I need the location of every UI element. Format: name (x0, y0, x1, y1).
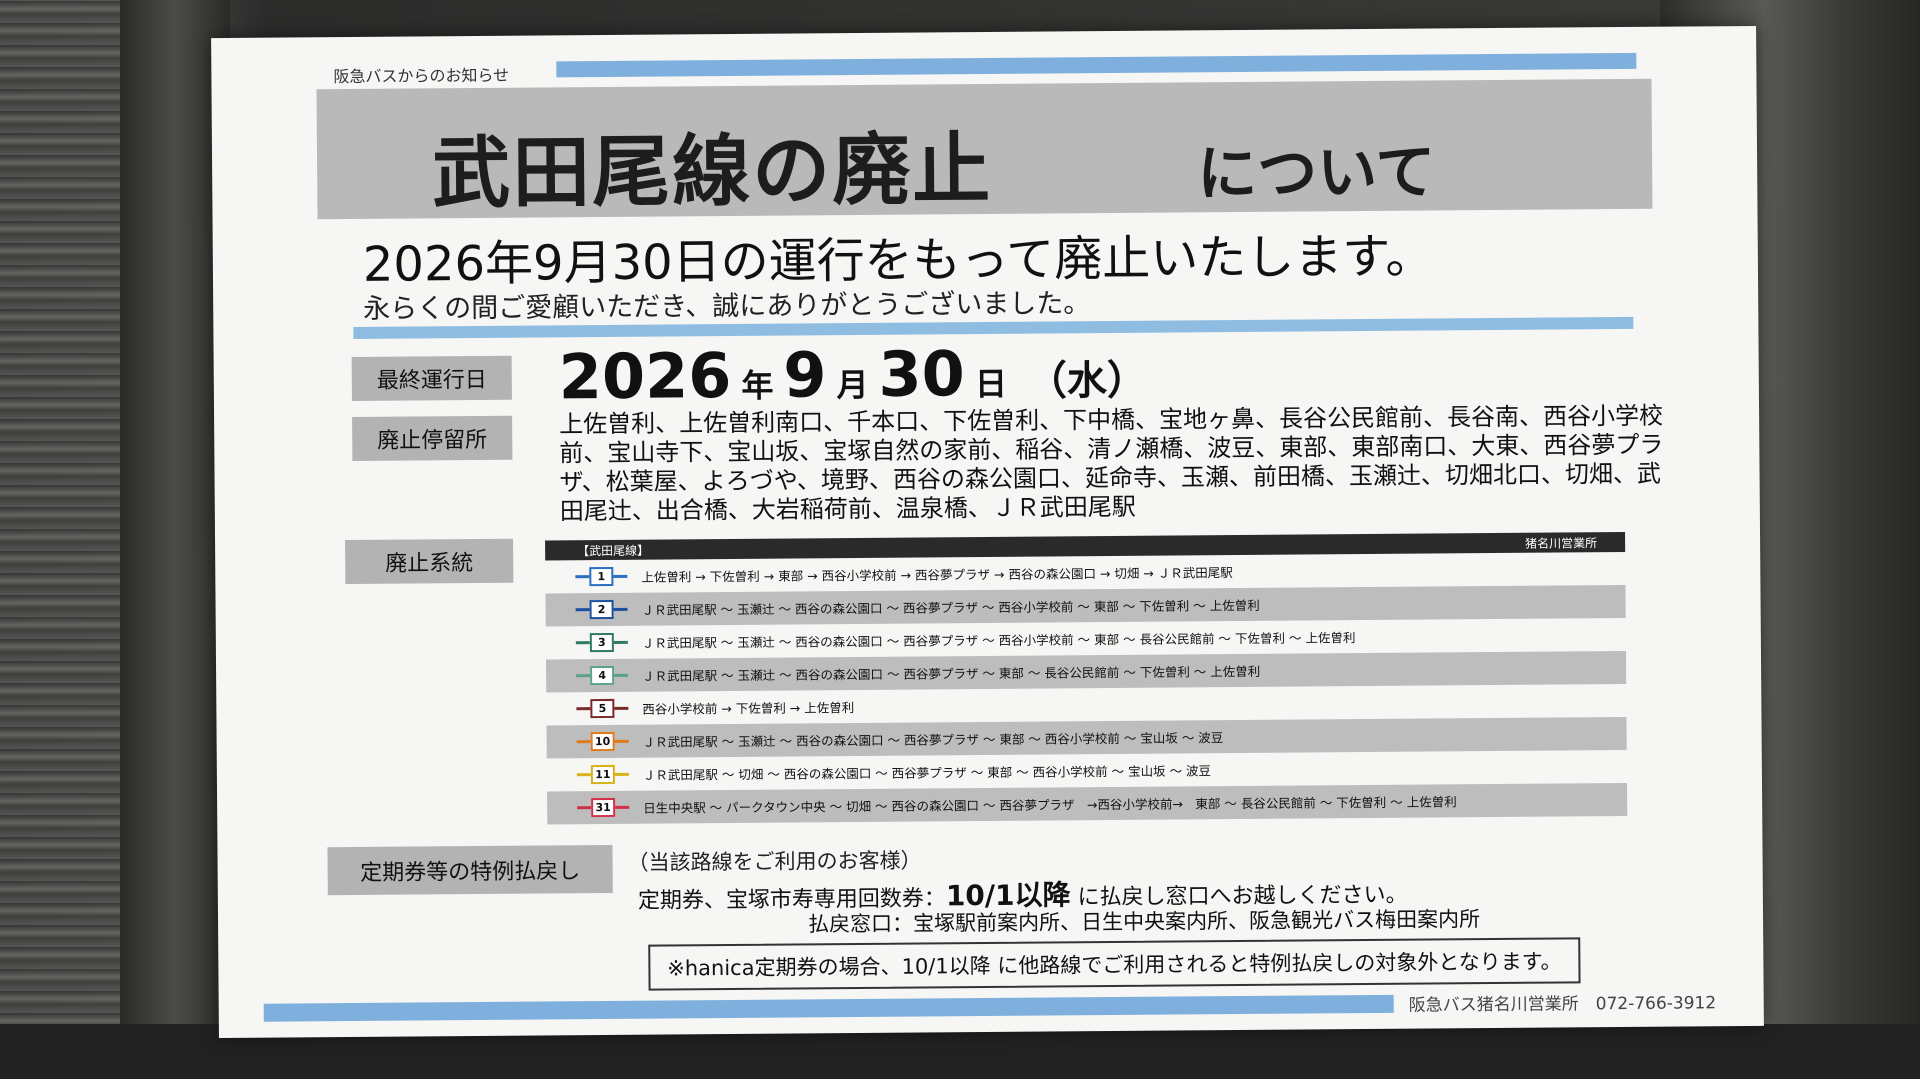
route-number-badge: 3 (575, 632, 628, 653)
route-number-badge: 4 (576, 665, 629, 686)
door-frame-left (0, 0, 120, 1079)
route-color-line (615, 805, 630, 809)
route-color-line (576, 674, 591, 678)
final-month-unit: 月 (836, 365, 869, 405)
route-number: 4 (590, 665, 615, 686)
route-number-badge: 11 (576, 764, 629, 785)
route-number: 5 (590, 698, 615, 719)
final-year: 2026 (558, 339, 732, 414)
final-weekday: （水） (1026, 357, 1148, 405)
notice-paper: 阪急バスからのお知らせ 武田尾線の廃止 について 2026年9月30日の運行をも… (211, 25, 1764, 1039)
top-blue-bar (556, 52, 1637, 78)
final-day: 30 (878, 337, 966, 411)
notice-title: 武田尾線の廃止 (431, 124, 993, 220)
route-path: ＪＲ武田尾駅 ～ 玉瀬辻 ～ 西谷の森公園口 ～ 西谷夢プラザ ～ 西谷小学校前… (641, 597, 1260, 618)
route-path: 西谷小学校前 → 下佐曽利 → 上佐曽利 (642, 700, 855, 717)
route-color-line (575, 575, 590, 579)
route-rows: 1 上佐曽利 → 下佐曽利 → 東部 → 西谷小学校前 → 西谷夢プラザ → 西谷… (545, 552, 1628, 825)
route-color-line (613, 640, 628, 644)
notice-title-suffix: について (1196, 137, 1436, 210)
route-path: ＪＲ武田尾駅 ～ 切畑 ～ 西谷の森公園口 ～ 西谷夢プラザ ～ 東部 ～ 西谷… (642, 763, 1212, 783)
route-color-line (614, 739, 629, 743)
route-number: 10 (590, 731, 615, 752)
abolished-stops-list: 上佐曽利、上佐曽利南口、千本口、下佐曽利、下中橋、宝地ヶ鼻、長谷公民館前、長谷南… (559, 401, 1664, 526)
refund-note: （当該路線をご利用のお客様） (627, 848, 922, 875)
route-number-badge: 1 (575, 566, 628, 587)
route-path: ＪＲ武田尾駅 ～ 玉瀬辻 ～ 西谷の森公園口 ～ 西谷夢プラザ ～ 東部 ～ 長… (642, 663, 1261, 684)
route-number-badge: 10 (576, 731, 629, 752)
route-path: ＪＲ武田尾駅 ～ 玉瀬辻 ～ 西谷の森公園口 ～ 西谷夢プラザ ～ 東部 ～ 西… (642, 730, 1224, 750)
route-path: 上佐曽利 → 下佐曽利 → 東部 → 西谷小学校前 → 西谷夢プラザ → 西谷の… (641, 565, 1233, 585)
hanica-notice-box: ※hanica定期券の場合、10/1以降 に他路線でご利用されると特例払戻しの対… (648, 937, 1581, 991)
final-day-label: 最終運行日 (351, 355, 512, 401)
route-color-line (614, 673, 629, 677)
final-day-date: 2026 年 9 月 30 日 （水） (558, 336, 1157, 414)
route-table-title: 【武田尾線】 (577, 543, 650, 558)
final-month: 9 (783, 338, 827, 412)
final-year-unit: 年 (741, 366, 774, 405)
refund-windows: 払戻窓口：宝塚駅前案内所、日生中央案内所、阪急観光バス梅田案内所 (807, 907, 1481, 937)
route-color-line (576, 773, 591, 777)
route-color-line (575, 608, 590, 612)
routes-label: 廃止系統 (345, 538, 514, 585)
route-number: 31 (591, 797, 616, 818)
route-color-line (575, 641, 590, 645)
office-contact: 阪急バス猪名川営業所 072-766-3912 (1408, 993, 1717, 1016)
route-number-badge: 2 (575, 599, 628, 620)
route-number: 1 (589, 566, 614, 587)
route-color-line (613, 607, 628, 611)
notice-thanks: 永らくの間ご愛顧いただき、誠にありがとうございました。 (363, 288, 1091, 325)
route-color-line (576, 740, 591, 744)
route-path: ＪＲ武田尾駅 ～ 玉瀬辻 ～ 西谷の森公園口 ～ 西谷夢プラザ ～ 西谷小学校前… (641, 630, 1356, 651)
refund-label: 定期券等の特例払戻し (327, 844, 613, 896)
route-table-office: 猪名川営業所 (1525, 535, 1598, 551)
route-path: 日生中央駅 ～ パークタウン中央 ～ 切畑 ～ 西谷の森公園口 ～ 西谷夢プラザ… (643, 794, 1457, 816)
route-number-badge: 5 (576, 698, 629, 719)
bottom-blue-bar (263, 994, 1394, 1022)
route-color-line (614, 772, 629, 776)
route-number-badge: 31 (577, 797, 630, 818)
route-color-line (576, 707, 591, 711)
route-number: 2 (589, 599, 614, 620)
final-day-unit: 日 (974, 364, 1008, 404)
route-table: 【武田尾線】 猪名川営業所 1 上佐曽利 → 下佐曽利 → 東部 → 西谷小学校前… (545, 531, 1628, 825)
route-row: 31 日生中央駅 ～ パークタウン中央 ～ 切畑 ～ 西谷の森公園口 ～ 西谷夢プ… (547, 782, 1628, 825)
stops-label: 廃止停留所 (352, 415, 513, 461)
route-color-line (577, 806, 592, 810)
route-number: 11 (590, 764, 615, 785)
route-color-line (614, 706, 629, 710)
route-color-line (613, 574, 628, 578)
route-number: 3 (589, 632, 614, 653)
notice-source: 阪急バスからのお知らせ (333, 65, 510, 87)
